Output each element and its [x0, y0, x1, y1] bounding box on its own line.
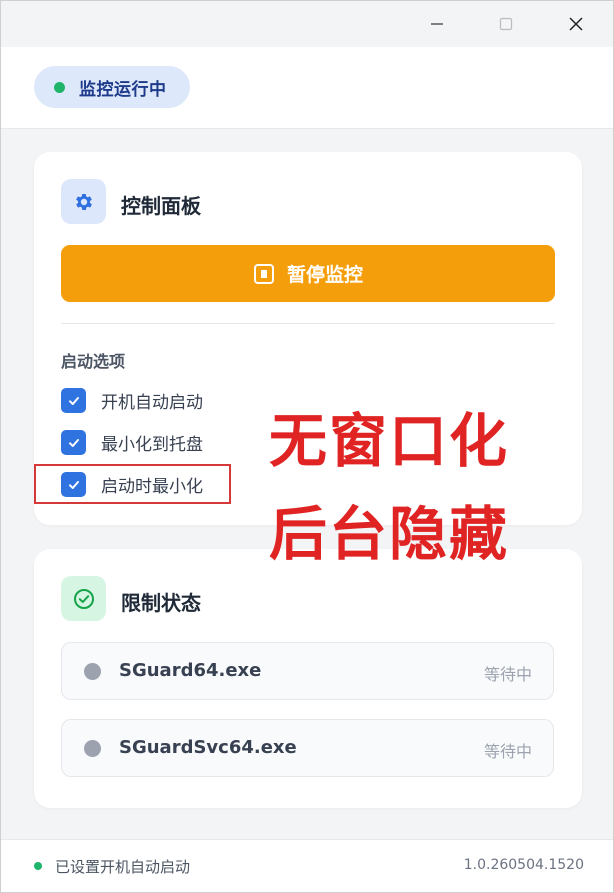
control-panel-title: 控制面板: [121, 194, 201, 218]
close-icon: [569, 17, 583, 31]
process-state: 等待中: [483, 742, 532, 761]
limit-status-card: 限制状态 SGuard64.exe 等待中 SGuardSvc64.exe 等待…: [34, 549, 582, 808]
minimize-button[interactable]: [414, 1, 460, 47]
checkmark-icon: [68, 396, 79, 405]
autostart-label: 开机自动启动: [101, 393, 203, 413]
process-row: SGuard64.exe 等待中: [61, 642, 554, 700]
process-state: 等待中: [483, 665, 532, 684]
header: 监控运行中: [1, 47, 613, 129]
monitor-status-badge: 监控运行中: [34, 66, 190, 108]
pause-monitor-label: 暂停监控: [286, 264, 363, 286]
maximize-button[interactable]: [483, 1, 529, 47]
startup-options-label: 启动选项: [61, 352, 126, 371]
footer-status-text: 已设置开机自动启动: [55, 858, 191, 876]
process-name: SGuard64.exe: [119, 660, 262, 681]
gear-icon: [61, 179, 106, 224]
check-circle-icon: [61, 576, 106, 621]
overlay-caption-line2: 后台隐藏: [269, 500, 510, 568]
process-status-dot-icon: [84, 663, 101, 680]
status-footer: 已设置开机自动启动 1.0.260504.1520: [1, 839, 613, 892]
pause-monitor-button[interactable]: 暂停监控: [61, 245, 555, 302]
maximize-icon: [499, 17, 513, 31]
divider: [61, 323, 555, 324]
limit-status-title: 限制状态: [121, 591, 201, 615]
option-autostart[interactable]: 开机自动启动: [61, 388, 203, 413]
overlay-caption-line1: 无窗口化: [269, 407, 510, 475]
autostart-checkbox[interactable]: [61, 388, 86, 413]
minimize-icon: [431, 23, 443, 25]
app-window: 监控运行中 控制面板 暂停监控 启动选项 开机自动启动 最小化到托盘 启动时最小…: [0, 0, 614, 893]
option-minimize-to-tray[interactable]: 最小化到托盘: [61, 430, 203, 455]
annotation-highlight-box: [34, 464, 231, 504]
version-label: 1.0.260504.1520: [463, 857, 584, 873]
minimize-to-tray-checkbox[interactable]: [61, 430, 86, 455]
title-bar: [1, 1, 613, 47]
process-status-dot-icon: [84, 740, 101, 757]
close-button[interactable]: [553, 1, 599, 47]
minimize-to-tray-label: 最小化到托盘: [101, 435, 203, 455]
status-dot-icon: [54, 81, 65, 93]
process-name: SGuardSvc64.exe: [119, 737, 297, 758]
checkmark-icon: [68, 438, 79, 447]
footer-status-dot-icon: [34, 862, 42, 870]
monitor-status-text: 监控运行中: [79, 79, 167, 100]
process-row: SGuardSvc64.exe 等待中: [61, 719, 554, 777]
stop-square-icon: [253, 263, 274, 284]
